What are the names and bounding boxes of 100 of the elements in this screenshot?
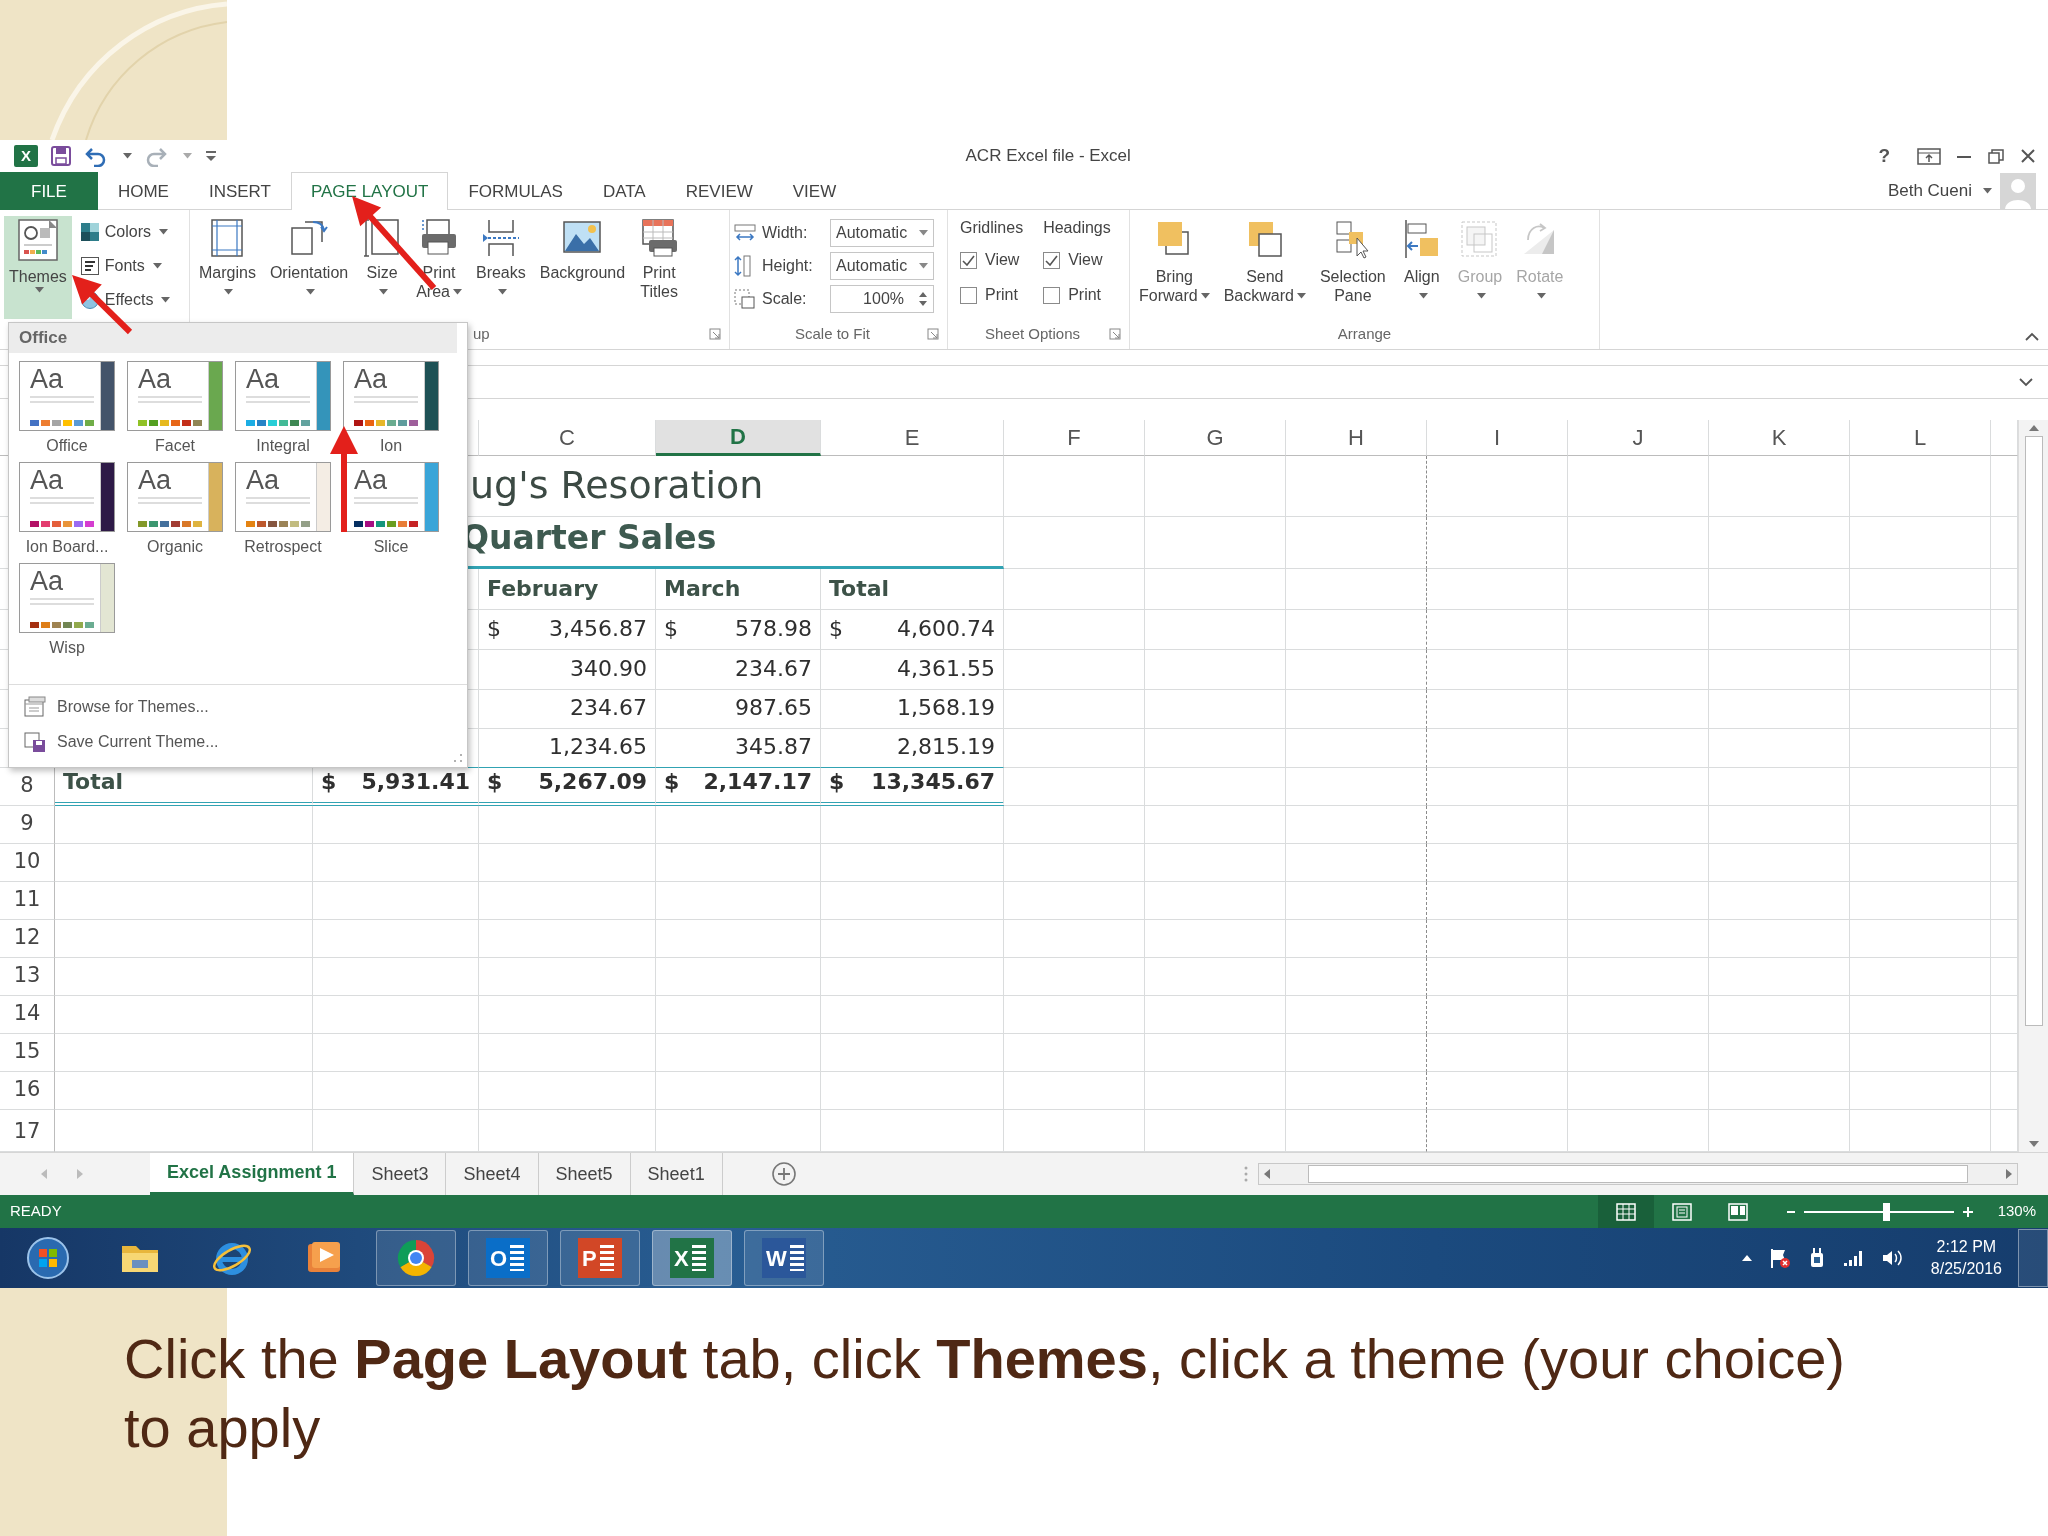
column-header[interactable]: D (656, 420, 821, 456)
scroll-down-icon[interactable] (2027, 1140, 2040, 1148)
help-button[interactable]: ? (1878, 141, 1890, 171)
taskbar-button[interactable]: O (468, 1230, 548, 1286)
show-hidden-icon[interactable] (1740, 1254, 1753, 1262)
scrollbar-thumb[interactable] (2024, 436, 2043, 1026)
row-number[interactable]: 13 (0, 958, 55, 996)
horizontal-scrollbar[interactable] (1258, 1163, 2018, 1185)
dropdown-field[interactable]: Automatic (830, 218, 934, 247)
ribbon-tab[interactable]: FORMULAS (448, 172, 583, 210)
ribbon-display-icon[interactable] (1916, 146, 1942, 166)
taskbar-button[interactable] (376, 1230, 456, 1286)
clock-time[interactable]: 2:12 PM (1936, 1236, 1997, 1258)
ribbon-button[interactable]: Breaks (470, 216, 531, 319)
dialog-launcher-icon[interactable] (709, 328, 721, 340)
column-header[interactable]: H (1286, 420, 1427, 456)
column-header[interactable]: E (821, 420, 1004, 456)
scroll-left-icon[interactable] (1263, 1168, 1271, 1180)
ribbon-button[interactable]: Align (1394, 216, 1449, 319)
menu-item[interactable]: Save Current Theme... (9, 724, 467, 759)
ribbon-tab[interactable]: PAGE LAYOUT (290, 172, 449, 210)
print-titles-icon (639, 218, 680, 258)
table-cell: $ 5,267.09 (479, 768, 656, 806)
group-label: Sheet Options (983, 323, 1082, 344)
page-breaks-icon (480, 218, 521, 258)
restore-icon[interactable] (1986, 146, 2006, 166)
ribbon-tab[interactable]: DATA (582, 172, 666, 210)
ribbon-button[interactable]: Size (357, 216, 408, 319)
app-icon[interactable]: X (14, 145, 38, 167)
ribbon-button[interactable]: Margins (194, 216, 261, 319)
caret-icon (34, 286, 44, 293)
clock-date[interactable]: 8/25/2016 (1930, 1258, 2002, 1280)
ribbon-button[interactable]: Background (534, 216, 631, 319)
row-number[interactable]: 12 (0, 920, 55, 958)
ribbon-button[interactable]: Print Titles (634, 216, 685, 319)
status-text: READY (10, 1201, 62, 1222)
dialog-launcher-icon[interactable] (927, 328, 939, 340)
checkbox[interactable] (960, 251, 977, 269)
menu-item[interactable]: Browse for Themes... (9, 689, 467, 724)
dialog-launcher-icon[interactable] (1109, 328, 1121, 340)
spin-field[interactable]: 100% (830, 284, 934, 313)
row-number[interactable]: 9 (0, 806, 55, 844)
dropdown-field[interactable]: Automatic (830, 251, 934, 280)
scroll-up-icon[interactable] (2027, 424, 2040, 432)
column-header[interactable]: L (1850, 420, 1991, 456)
ribbon-button[interactable]: Selection Pane (1314, 216, 1391, 319)
column-header[interactable]: K (1709, 420, 1850, 456)
save-icon[interactable] (50, 145, 72, 167)
volume-icon[interactable] (1880, 1248, 1903, 1268)
taskbar-button[interactable]: X (652, 1230, 732, 1286)
undo-icon[interactable] (84, 145, 108, 167)
ribbon-tab[interactable]: HOME (97, 172, 189, 210)
row-number[interactable]: 15 (0, 1034, 55, 1072)
caret-icon (306, 289, 316, 296)
sheet-tab[interactable]: Excel Assignment 1 (150, 1153, 355, 1195)
vertical-scrollbar[interactable] (2018, 420, 2048, 1152)
new-sheet-icon[interactable] (770, 1161, 797, 1187)
ribbon-tab[interactable]: REVIEW (665, 172, 773, 210)
column-header[interactable]: I (1427, 420, 1568, 456)
row-number[interactable]: 16 (0, 1072, 55, 1110)
column-header[interactable]: G (1145, 420, 1286, 456)
column-header[interactable]: F (1004, 420, 1145, 456)
ribbon-button[interactable]: Colors (75, 216, 175, 248)
collapse-ribbon-icon[interactable] (2024, 331, 2040, 341)
user-name[interactable]: Beth Cueni (1887, 177, 1972, 204)
ribbon-button[interactable]: Send Backward (1218, 216, 1311, 319)
row-number[interactable]: 14 (0, 996, 55, 1034)
ribbon-button[interactable]: Orientation (264, 216, 354, 319)
resize-grip-icon[interactable] (453, 753, 463, 763)
group-label: up (472, 323, 491, 344)
caret-icon (1200, 293, 1210, 300)
file-tab[interactable]: FILE (0, 172, 98, 210)
row-number[interactable]: 11 (0, 882, 55, 920)
slider-thumb[interactable] (1883, 1202, 1891, 1221)
scroll-right-icon[interactable] (2005, 1168, 2013, 1180)
checkbox[interactable] (1043, 286, 1061, 304)
zoom-in-icon[interactable] (1961, 1205, 1974, 1218)
taskbar-button[interactable]: W (744, 1230, 824, 1286)
column-header[interactable]: J (1568, 420, 1709, 456)
taskbar-button[interactable]: P (560, 1230, 640, 1286)
expand-icon[interactable] (2018, 377, 2034, 387)
start-button-icon (26, 1236, 70, 1280)
ribbon-tab[interactable]: VIEW (772, 172, 857, 210)
themes-button[interactable]: Themes (4, 216, 72, 319)
show-desktop-button[interactable] (2018, 1229, 2048, 1287)
split-handle-icon[interactable] (1244, 1166, 1248, 1182)
page-layout-view-icon (1670, 1201, 1693, 1222)
themes-icon (15, 218, 60, 262)
flag-icon[interactable] (1768, 1247, 1791, 1269)
ribbon-button[interactable]: Print Area (411, 216, 467, 319)
checkbox[interactable] (1043, 251, 1061, 269)
ribbon-tab[interactable]: INSERT (188, 172, 291, 210)
view-button[interactable] (1597, 1195, 1654, 1228)
checkbox[interactable] (960, 286, 977, 304)
scrollbar-thumb[interactable] (1308, 1165, 1968, 1183)
signal-icon[interactable] (1842, 1249, 1865, 1267)
zoom-level[interactable]: 130% (1997, 1200, 2036, 1223)
row-number[interactable]: 10 (0, 844, 55, 882)
ribbon-button[interactable]: Bring Forward (1134, 216, 1215, 319)
caret-icon (1418, 293, 1428, 300)
